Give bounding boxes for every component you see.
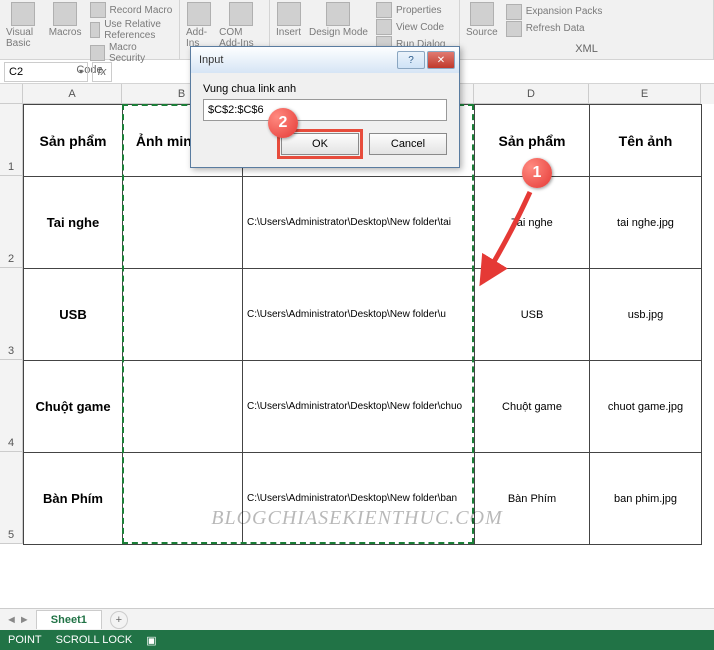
select-all-corner[interactable] <box>0 84 23 104</box>
ribbon-source[interactable]: Source <box>466 2 498 38</box>
row-header[interactable]: 2 <box>0 176 23 268</box>
table-cell[interactable]: tai nghe.jpg <box>590 177 702 269</box>
table-cell[interactable]: Chuột game <box>24 361 123 453</box>
table-cell[interactable] <box>123 177 243 269</box>
fx-button[interactable]: fx <box>92 62 112 82</box>
header-cell[interactable]: Tên ảnh <box>590 105 702 177</box>
chevron-down-icon[interactable]: ▾ <box>79 67 83 76</box>
input-dialog: Input ? ✕ Vung chua link anh OK Cancel <box>190 46 460 168</box>
table-cell[interactable]: C:\Users\Administrator\Desktop\New folde… <box>243 269 475 361</box>
row-header[interactable]: 3 <box>0 268 23 360</box>
table-cell[interactable]: usb.jpg <box>590 269 702 361</box>
table-cell[interactable]: Chuột game <box>475 361 590 453</box>
column-header[interactable]: E <box>589 84 701 104</box>
cancel-button[interactable]: Cancel <box>369 133 447 155</box>
dialog-title-text: Input <box>199 54 223 66</box>
column-header[interactable]: D <box>474 84 589 104</box>
header-cell[interactable]: Sản phẩm <box>24 105 123 177</box>
record-macro-icon[interactable]: ▣ <box>146 634 156 647</box>
ribbon-macros[interactable]: Macros <box>49 2 82 64</box>
ribbon-addins[interactable]: Add-Ins <box>186 2 211 49</box>
callout-1: 1 <box>522 158 552 188</box>
status-mode: POINT <box>8 634 42 646</box>
table-cell[interactable]: C:\Users\Administrator\Desktop\New folde… <box>243 177 475 269</box>
table-cell[interactable]: C:\Users\Administrator\Desktop\New folde… <box>243 453 475 545</box>
ribbon-com-addins[interactable]: COM Add-Ins <box>219 2 263 49</box>
ribbon-visual-basic[interactable]: Visual Basic <box>6 2 41 64</box>
ok-button[interactable]: OK <box>281 133 359 155</box>
row-headers: 12345 <box>0 104 23 545</box>
ribbon-record-macro[interactable]: Record Macro <box>90 2 174 18</box>
row-header[interactable]: 4 <box>0 360 23 452</box>
ribbon-design-mode[interactable]: Design Mode <box>309 2 368 52</box>
column-header[interactable]: A <box>23 84 122 104</box>
ribbon-refresh-data[interactable]: Refresh Data <box>506 21 603 37</box>
row-header[interactable]: 1 <box>0 104 23 176</box>
dialog-titlebar[interactable]: Input ? ✕ <box>191 47 459 73</box>
callout-2: 2 <box>268 108 298 138</box>
dialog-input[interactable] <box>203 99 447 121</box>
table-cell[interactable] <box>123 361 243 453</box>
sheet-tab-bar: ◄ ► Sheet1 + <box>0 608 714 630</box>
dialog-prompt: Vung chua link anh <box>203 83 447 95</box>
row-header[interactable]: 5 <box>0 452 23 544</box>
name-box[interactable]: C2 ▾ <box>4 62 88 82</box>
table-cell[interactable]: ban phim.jpg <box>590 453 702 545</box>
name-box-value: C2 <box>9 66 23 78</box>
sheet-tab[interactable]: Sheet1 <box>36 610 102 629</box>
ribbon-expansion-packs[interactable]: Expansion Packs <box>506 4 603 20</box>
sheet-nav-next[interactable]: ► <box>19 614 30 626</box>
table-cell[interactable]: C:\Users\Administrator\Desktop\New folde… <box>243 361 475 453</box>
arrow-annotation <box>470 186 550 296</box>
new-sheet-button[interactable]: + <box>110 611 128 629</box>
ribbon-relative-refs[interactable]: Use Relative References <box>90 19 174 41</box>
dialog-help-button[interactable]: ? <box>397 51 425 69</box>
ribbon-insert[interactable]: Insert <box>276 2 301 52</box>
status-bar: POINT SCROLL LOCK ▣ <box>0 630 714 650</box>
table-cell[interactable]: chuot game.jpg <box>590 361 702 453</box>
table-cell[interactable] <box>123 453 243 545</box>
table-cell[interactable]: Bàn Phím <box>24 453 123 545</box>
table-cell[interactable]: Tai nghe <box>24 177 123 269</box>
dialog-close-button[interactable]: ✕ <box>427 51 455 69</box>
table-cell[interactable]: USB <box>24 269 123 361</box>
table-cell[interactable] <box>123 269 243 361</box>
sheet-nav-prev[interactable]: ◄ <box>6 614 17 626</box>
ribbon-properties[interactable]: Properties <box>376 2 445 18</box>
ribbon-group-xml-label: XML <box>466 43 707 57</box>
ribbon-view-code[interactable]: View Code <box>376 19 445 35</box>
table-cell[interactable]: Bàn Phím <box>475 453 590 545</box>
spreadsheet-grid[interactable]: Sản phẩmẢnh minh hoạSản phẩmTên ảnhTai n… <box>23 104 702 545</box>
status-scroll-lock: SCROLL LOCK <box>56 634 133 646</box>
